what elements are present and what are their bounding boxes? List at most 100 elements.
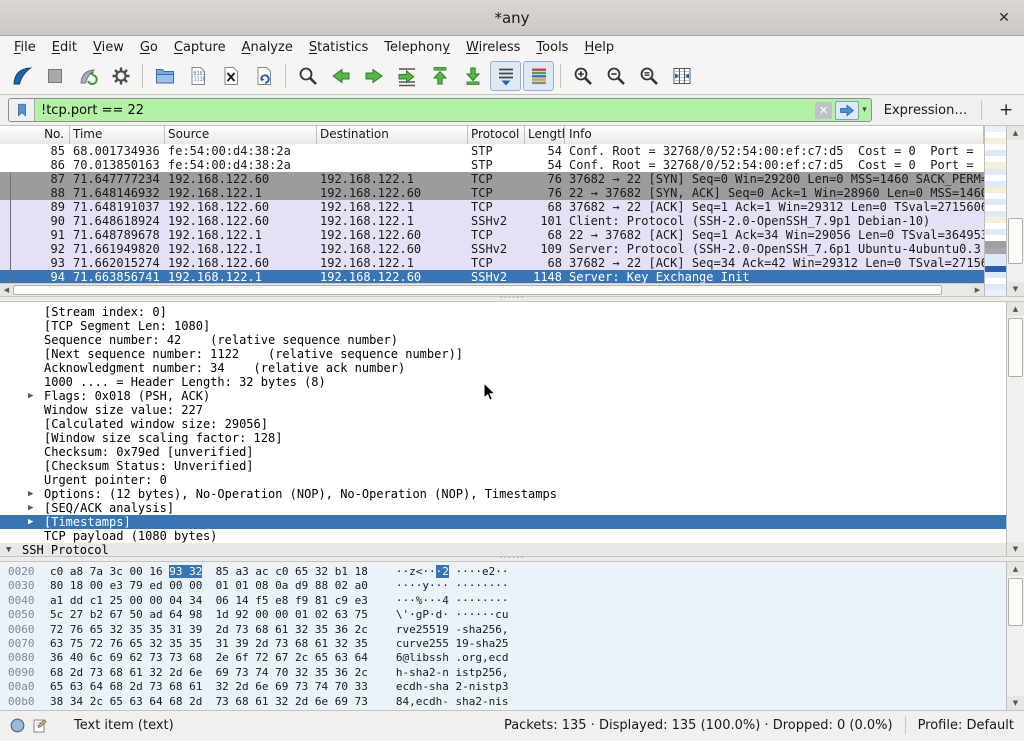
go-forward-button[interactable]	[358, 61, 389, 91]
menu-item-go[interactable]: Go	[132, 38, 166, 57]
capture-options-button[interactable]	[105, 61, 136, 91]
hex-row-0060[interactable]: 006072 76 65 32 35 35 31 39 2d 73 68 61 …	[8, 623, 1006, 637]
expander-closed-icon[interactable]: ▶	[28, 389, 33, 403]
expert-info-icon[interactable]	[10, 718, 25, 733]
profile-text[interactable]: Profile: Default	[918, 718, 1014, 733]
column-header-length[interactable]: Length	[525, 126, 565, 144]
hscroll-right-arrow-icon[interactable]: ▶	[971, 284, 984, 296]
reload-file-button[interactable]	[248, 61, 279, 91]
filter-bookmark-button[interactable]	[9, 99, 35, 121]
hex-row-0040[interactable]: 0040a1 dd c1 25 00 00 04 34 06 14 f5 e8 …	[8, 594, 1006, 608]
hex-scroll-up-icon[interactable]: ▲	[1007, 562, 1024, 576]
expression-button[interactable]: Expression…	[884, 103, 968, 118]
detail-row[interactable]: ▼SSH Protocol	[0, 543, 1006, 556]
hex-scroll-trough[interactable]	[1007, 576, 1024, 696]
save-file-button[interactable]: 01011110	[182, 61, 213, 91]
detail-row[interactable]: [Checksum Status: Unverified]	[0, 459, 1006, 473]
details-scroll-trough[interactable]	[1007, 316, 1024, 542]
detail-row[interactable]: [Stream index: 0]	[0, 305, 1006, 319]
detail-row[interactable]: 1000 .... = Header Length: 32 bytes (8)	[0, 375, 1006, 389]
column-header-protocol[interactable]: Protocol	[468, 126, 525, 144]
hex-row-0030[interactable]: 003080 18 00 e3 79 ed 00 00 01 01 08 0a …	[8, 579, 1006, 593]
go-top-button[interactable]	[424, 61, 455, 91]
go-bottom-button[interactable]	[457, 61, 488, 91]
filter-apply-button[interactable]	[835, 101, 859, 120]
packet-row-94[interactable]: 9471.663856741192.168.122.1192.168.122.6…	[0, 270, 984, 283]
expander-closed-icon[interactable]: ▶	[28, 501, 33, 515]
column-header-destination[interactable]: Destination	[317, 126, 468, 144]
packet-list-vscrollbar[interactable]: ▲ ▼	[1006, 126, 1024, 296]
packet-row-88[interactable]: 8871.648146932192.168.122.1192.168.122.6…	[0, 186, 984, 200]
hscroll-left-arrow-icon[interactable]: ◀	[0, 284, 13, 296]
menu-item-edit[interactable]: Edit	[44, 38, 85, 57]
vscroll-down-arrow-icon[interactable]: ▼	[1007, 282, 1024, 296]
column-header-source[interactable]: Source	[165, 126, 317, 144]
expander-closed-icon[interactable]: ▶	[28, 515, 33, 529]
menu-item-statistics[interactable]: Statistics	[301, 38, 376, 57]
menu-item-help[interactable]: Help	[576, 38, 622, 57]
menu-item-analyze[interactable]: Analyze	[234, 38, 301, 57]
hex-scroll-thumb[interactable]	[1008, 578, 1023, 626]
hex-scroll-down-icon[interactable]: ▼	[1007, 696, 1024, 710]
capture-comment-icon[interactable]	[33, 718, 48, 733]
intelligent-scrollbar-minimap[interactable]	[984, 126, 1006, 296]
details-scroll-up-icon[interactable]: ▲	[1007, 302, 1024, 316]
menu-item-capture[interactable]: Capture	[166, 38, 234, 57]
go-to-packet-button[interactable]	[391, 61, 422, 91]
detail-row[interactable]: Window size value: 227	[0, 403, 1006, 417]
detail-row[interactable]: Checksum: 0x79ed [unverified]	[0, 445, 1006, 459]
detail-row[interactable]: [TCP Segment Len: 1080]	[0, 319, 1006, 333]
packet-row-86[interactable]: 8670.013850163fe:54:00:d4:38:2aSTP54Conf…	[0, 158, 984, 172]
display-filter-input[interactable]	[35, 103, 815, 118]
menu-item-file[interactable]: File	[6, 38, 44, 57]
hex-vscrollbar[interactable]: ▲ ▼	[1006, 562, 1024, 710]
details-scroll-down-icon[interactable]: ▼	[1007, 542, 1024, 556]
colorize-button[interactable]	[523, 61, 554, 91]
restart-capture-button[interactable]	[72, 61, 103, 91]
packet-row-93[interactable]: 9371.662015274192.168.122.60192.168.122.…	[0, 256, 984, 270]
column-header-time[interactable]: Time	[70, 126, 165, 144]
menu-item-view[interactable]: View	[85, 38, 132, 57]
autoscroll-button[interactable]	[490, 61, 521, 91]
zoom-out-button[interactable]	[600, 61, 631, 91]
zoom-reset-button[interactable]	[633, 61, 664, 91]
hex-row-00a0[interactable]: 00a065 63 64 68 2d 73 68 61 32 2d 6e 69 …	[8, 680, 1006, 694]
detail-row[interactable]: ▶[SEQ/ACK analysis]	[0, 501, 1006, 515]
packet-list-hscrollbar[interactable]: ◀ ▶	[0, 283, 984, 296]
detail-row[interactable]: Urgent pointer: 0	[0, 473, 1006, 487]
detail-row[interactable]: ▶Options: (12 bytes), No-Operation (NOP)…	[0, 487, 1006, 501]
details-vscrollbar[interactable]: ▲ ▼	[1006, 302, 1024, 556]
stop-capture-button[interactable]	[39, 61, 70, 91]
filter-clear-button[interactable]: ✕	[815, 102, 832, 119]
hex-row-00b0[interactable]: 00b038 34 2c 65 63 64 68 2d 73 68 61 32 …	[8, 695, 1006, 709]
hex-row-0080[interactable]: 008036 40 6c 69 62 73 73 68 2e 6f 72 67 …	[8, 651, 1006, 665]
detail-row[interactable]: Acknowledgment number: 34 (relative ack …	[0, 361, 1006, 375]
packet-row-92[interactable]: 9271.661949820192.168.122.1192.168.122.6…	[0, 242, 984, 256]
detail-row[interactable]: ▶[Timestamps]	[0, 515, 1006, 529]
vscroll-trough[interactable]	[1007, 140, 1024, 282]
hex-row-0070[interactable]: 007063 75 72 76 65 32 35 35 31 39 2d 73 …	[8, 637, 1006, 651]
detail-row[interactable]: [Window size scaling factor: 128]	[0, 431, 1006, 445]
expander-open-icon[interactable]: ▼	[6, 543, 11, 556]
packet-row-89[interactable]: 8971.648191037192.168.122.60192.168.122.…	[0, 200, 984, 214]
packet-row-91[interactable]: 9171.648789678192.168.122.1192.168.122.6…	[0, 228, 984, 242]
add-filter-button[interactable]: +	[996, 100, 1016, 120]
hex-row-0050[interactable]: 00505c 27 b2 67 50 ad 64 98 1d 92 00 00 …	[8, 608, 1006, 622]
packet-row-87[interactable]: 8771.647777234192.168.122.60192.168.122.…	[0, 172, 984, 186]
detail-row[interactable]: Sequence number: 42 (relative sequence n…	[0, 333, 1006, 347]
vscroll-thumb[interactable]	[1008, 218, 1023, 263]
column-header-no[interactable]: No.	[0, 126, 70, 144]
column-header-info[interactable]: Info	[565, 126, 984, 144]
detail-row[interactable]: TCP payload (1080 bytes)	[0, 529, 1006, 543]
expander-closed-icon[interactable]: ▶	[28, 487, 33, 501]
packet-row-85[interactable]: 8568.001734936fe:54:00:d4:38:2aSTP54Conf…	[0, 144, 984, 158]
open-file-button[interactable]	[149, 61, 180, 91]
hex-row-0090[interactable]: 009068 2d 73 68 61 32 2d 6e 69 73 74 70 …	[8, 666, 1006, 680]
detail-row[interactable]: [Next sequence number: 1122 (relative se…	[0, 347, 1006, 361]
detail-row[interactable]: [Calculated window size: 29056]	[0, 417, 1006, 431]
go-back-button[interactable]	[325, 61, 356, 91]
start-capture-button[interactable]	[6, 61, 37, 91]
menu-item-wireless[interactable]: Wireless	[458, 38, 528, 57]
close-file-button[interactable]	[215, 61, 246, 91]
details-scroll-thumb[interactable]	[1008, 318, 1023, 377]
